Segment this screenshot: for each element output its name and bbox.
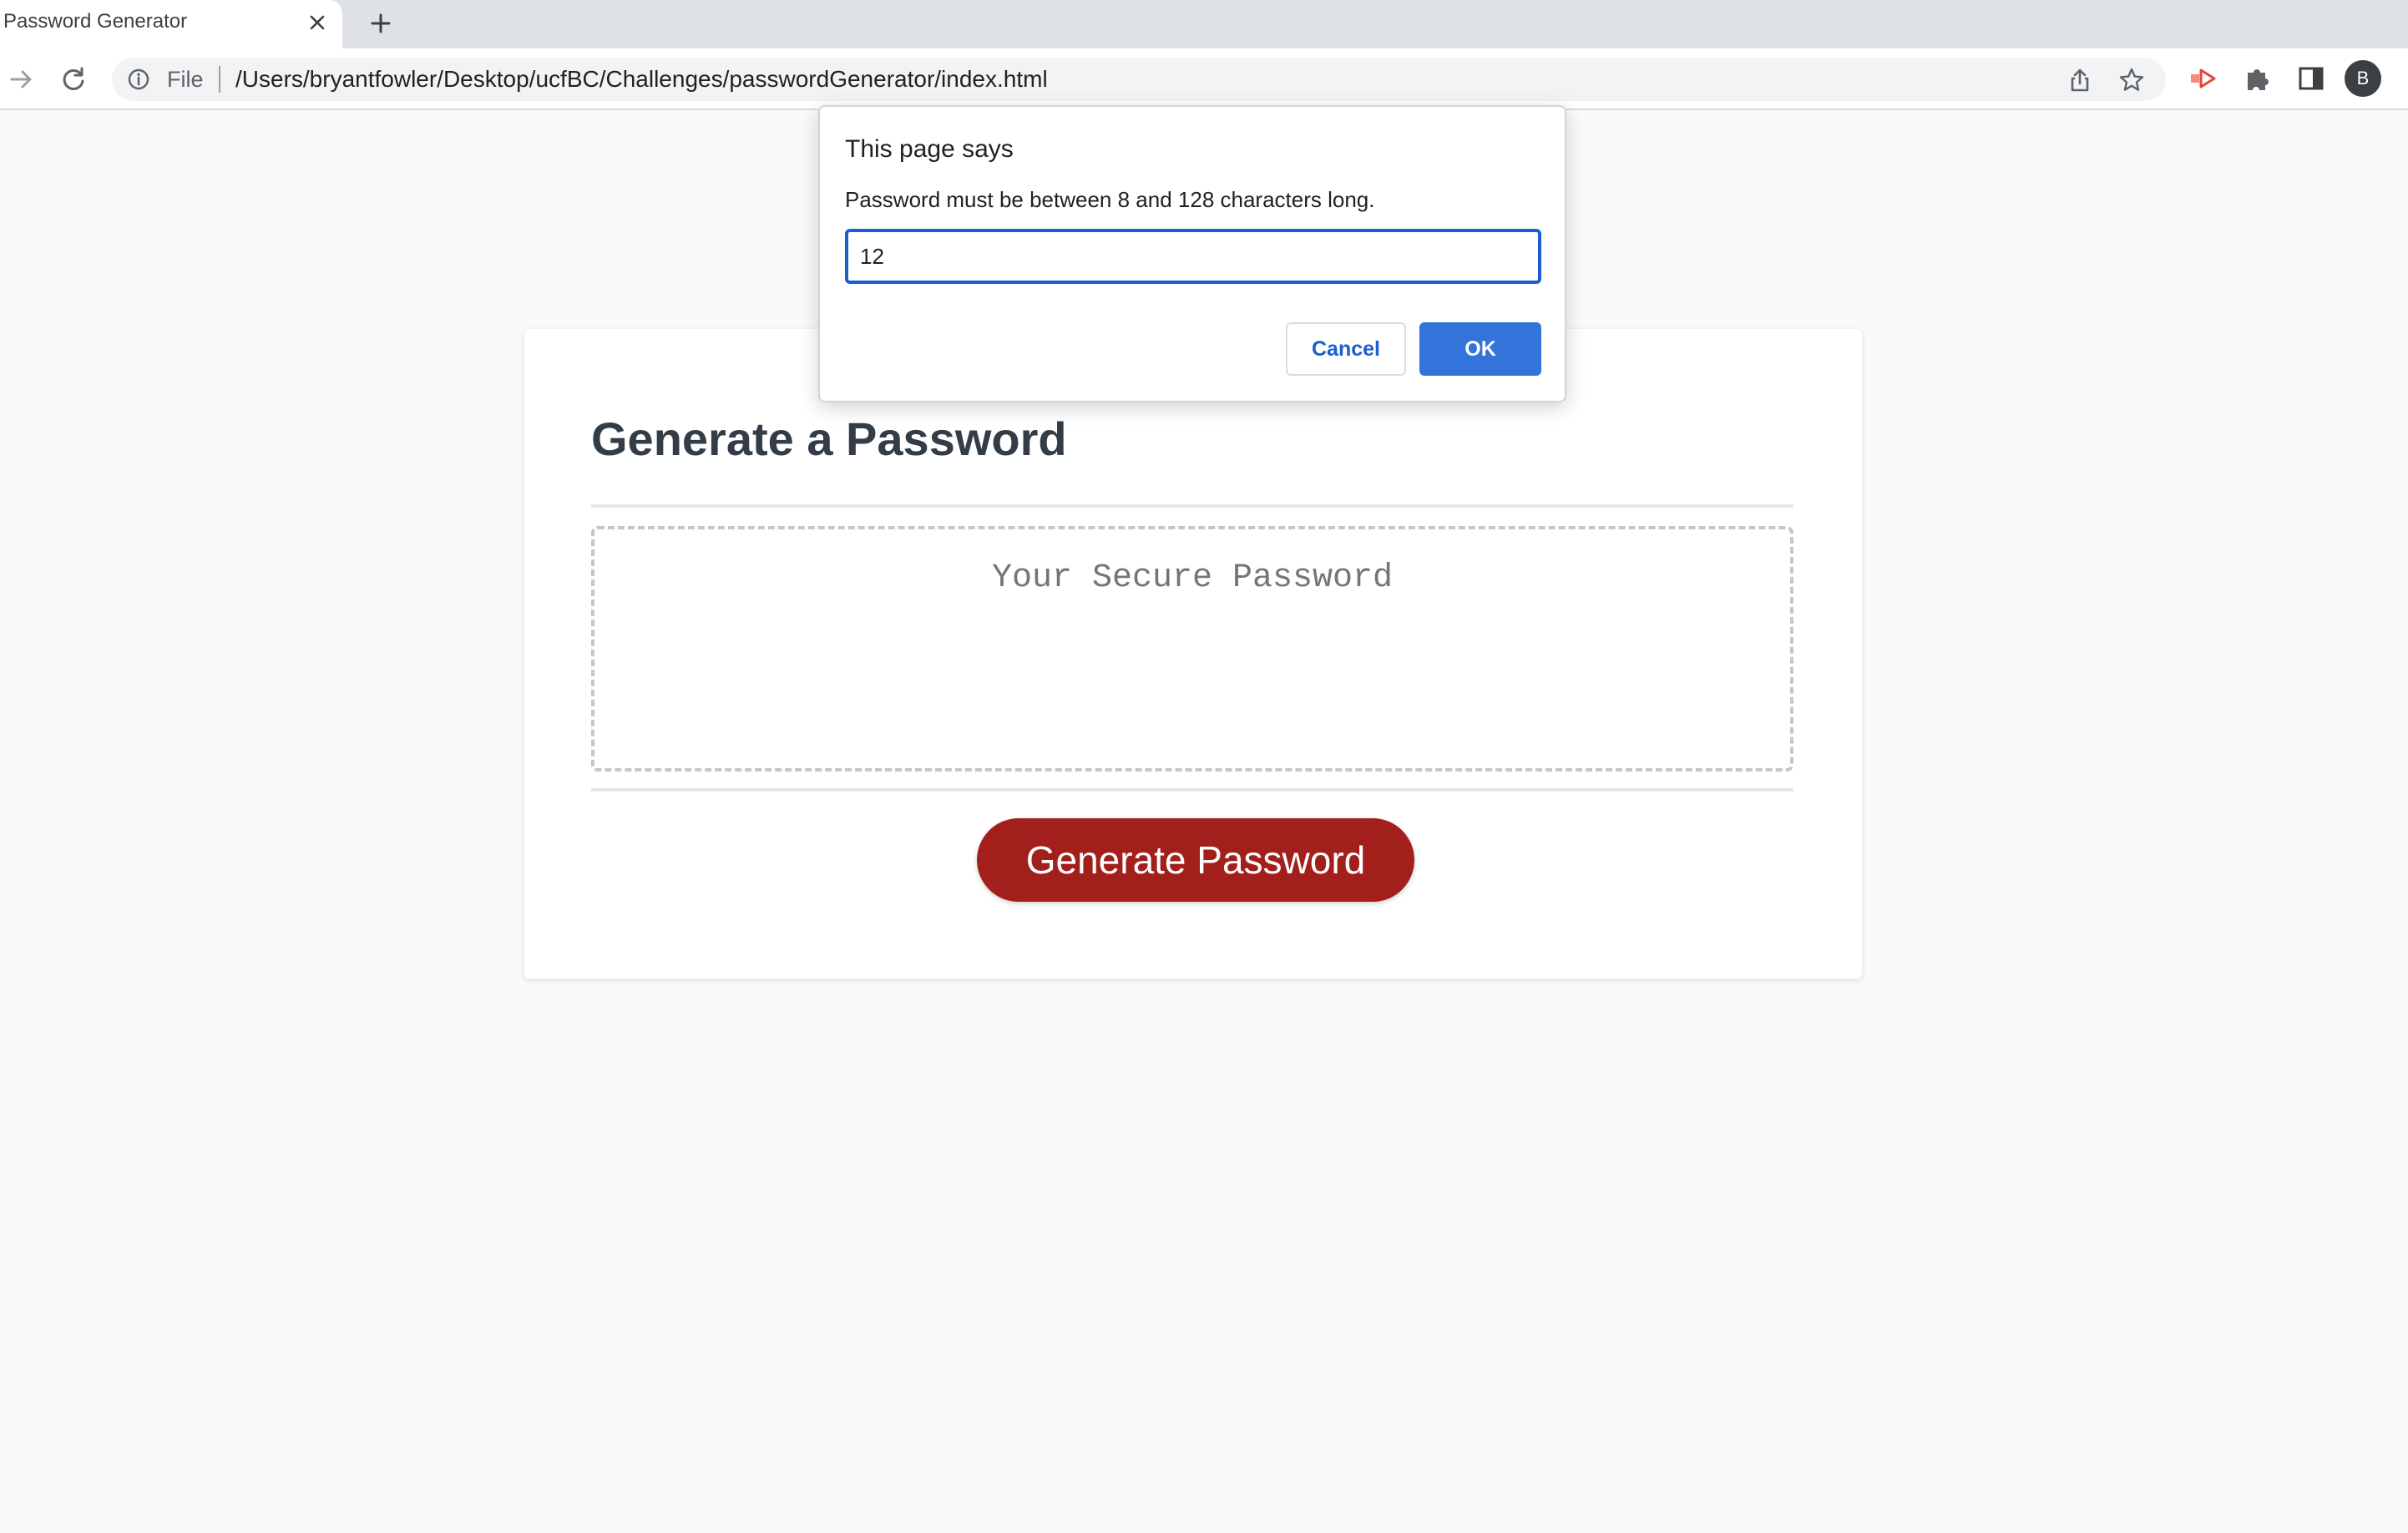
divider [591,504,1793,508]
tab-strip: Password Generator [0,0,2408,48]
reload-icon[interactable] [57,63,90,96]
prompt-dialog: This page says Password must be between … [818,105,1566,402]
password-generator-card: Generate a Password Generate Password [524,329,1862,979]
dialog-title: This page says [845,135,1014,163]
cancel-button[interactable]: Cancel [1286,322,1406,376]
generate-password-button[interactable]: Generate Password [977,818,1414,902]
profile-avatar[interactable]: B [2345,60,2381,97]
address-separator [219,66,220,93]
share-icon[interactable] [2066,66,2094,94]
side-panel-icon[interactable] [2294,62,2328,95]
extension-icon[interactable] [2188,62,2221,95]
browser-toolbar: File /Users/bryantfowler/Desktop/ucfBC/C… [0,48,2408,110]
ok-button[interactable]: OK [1419,322,1541,376]
puzzle-icon[interactable] [2241,62,2274,95]
forward-arrow-icon[interactable] [5,63,38,96]
browser-tab[interactable]: Password Generator [0,0,342,48]
divider [591,788,1793,792]
password-output[interactable] [591,526,1793,772]
address-bar[interactable]: File /Users/bryantfowler/Desktop/ucfBC/C… [112,58,2166,101]
url-scheme-label: File [167,67,204,92]
info-icon[interactable] [127,68,150,91]
url-text[interactable]: /Users/bryantfowler/Desktop/ucfBC/Challe… [235,68,1048,91]
password-length-input[interactable] [845,229,1541,284]
tab-title: Password Generator [3,10,188,33]
page-title: Generate a Password [591,412,1067,465]
star-icon[interactable] [2117,66,2146,94]
dialog-message: Password must be between 8 and 128 chara… [845,187,1375,212]
close-icon[interactable] [304,9,331,36]
plus-icon[interactable] [366,8,396,38]
